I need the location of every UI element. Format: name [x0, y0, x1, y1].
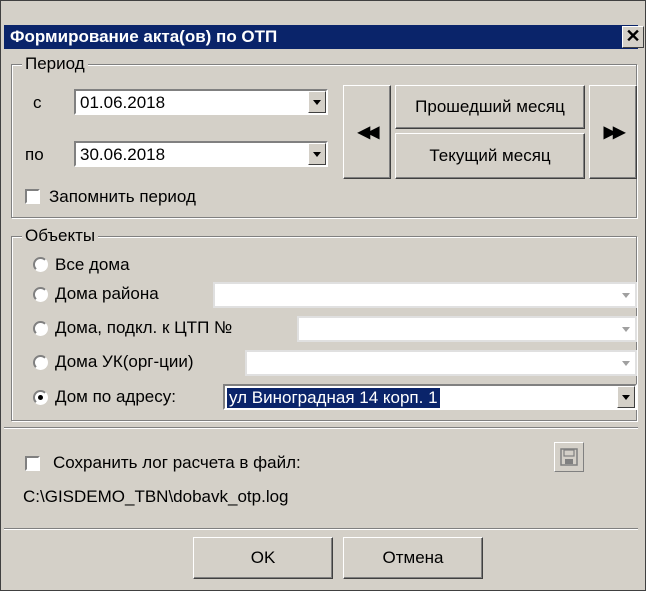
- cancel-button[interactable]: Отмена: [343, 537, 483, 579]
- radio-ctp-houses-label: Дома, подкл. к ЦТП №: [55, 318, 233, 337]
- title-bar: Формирование акта(ов) по ОТП ✕: [4, 25, 644, 49]
- from-date-value: 01.06.2018: [80, 93, 166, 112]
- last-month-label: Прошедший месяц: [415, 97, 565, 116]
- radio-address-house[interactable]: [33, 390, 48, 405]
- chevron-down-icon[interactable]: [617, 318, 635, 340]
- radio-district-houses[interactable]: [33, 287, 48, 302]
- objects-legend: Объекты: [22, 226, 99, 246]
- address-value: ул Виноградная 14 корп. 1: [227, 388, 440, 408]
- chevron-down-icon[interactable]: [617, 352, 635, 374]
- chevron-down-icon[interactable]: [617, 386, 635, 408]
- radio-ctp-houses[interactable]: [33, 321, 48, 336]
- chevron-down-icon[interactable]: [308, 143, 326, 165]
- separator: [4, 528, 638, 530]
- remember-period-checkbox[interactable]: [25, 189, 40, 204]
- window-title: Формирование акта(ов) по ОТП: [10, 27, 278, 46]
- close-icon: ✕: [625, 26, 641, 46]
- close-button[interactable]: ✕: [622, 26, 644, 48]
- radio-all-houses[interactable]: [33, 257, 48, 272]
- uk-combo[interactable]: [245, 350, 637, 376]
- from-label: с: [33, 93, 42, 112]
- ctp-combo[interactable]: [297, 316, 637, 342]
- last-month-button[interactable]: Прошедший месяц: [395, 85, 585, 129]
- floppy-disk-icon: [560, 448, 578, 466]
- to-label: по: [25, 145, 44, 164]
- save-log-button[interactable]: [554, 442, 584, 472]
- chevron-down-icon[interactable]: [617, 284, 635, 306]
- dialog-window: Формирование акта(ов) по ОТП ✕ Период с …: [0, 0, 646, 591]
- radio-all-houses-label: Все дома: [55, 255, 130, 274]
- prev-month-button[interactable]: ◀◀: [343, 85, 391, 179]
- radio-address-house-label: Дом по адресу:: [55, 387, 176, 406]
- save-log-checkbox[interactable]: [25, 456, 40, 471]
- ok-button[interactable]: OK: [193, 537, 333, 579]
- address-combo[interactable]: ул Виноградная 14 корп. 1: [223, 384, 637, 410]
- chevron-down-icon[interactable]: [308, 91, 326, 113]
- next-month-button[interactable]: ▶▶: [589, 85, 637, 179]
- cancel-label: Отмена: [382, 548, 444, 567]
- rewind-icon: ◀◀: [357, 124, 380, 141]
- ok-label: OK: [250, 548, 276, 567]
- from-date-combo[interactable]: 01.06.2018: [74, 89, 328, 115]
- save-log-label: Сохранить лог расчета в файл:: [53, 453, 301, 472]
- current-month-label: Текущий месяц: [429, 146, 551, 165]
- radio-district-houses-label: Дома района: [55, 284, 159, 303]
- fast-forward-icon: ▶▶: [603, 124, 626, 141]
- to-date-value: 30.06.2018: [80, 145, 166, 164]
- district-combo[interactable]: [213, 282, 637, 308]
- current-month-button[interactable]: Текущий месяц: [395, 133, 585, 179]
- radio-uk-houses[interactable]: [33, 355, 48, 370]
- radio-uk-houses-label: Дома УК(орг-ции): [55, 352, 194, 371]
- period-legend: Период: [22, 54, 88, 74]
- to-date-combo[interactable]: 30.06.2018: [74, 141, 328, 167]
- remember-period-label: Запомнить период: [49, 187, 196, 206]
- log-path: C:\GISDEMO_TBN\dobavk_otp.log: [23, 487, 289, 506]
- separator: [4, 427, 638, 429]
